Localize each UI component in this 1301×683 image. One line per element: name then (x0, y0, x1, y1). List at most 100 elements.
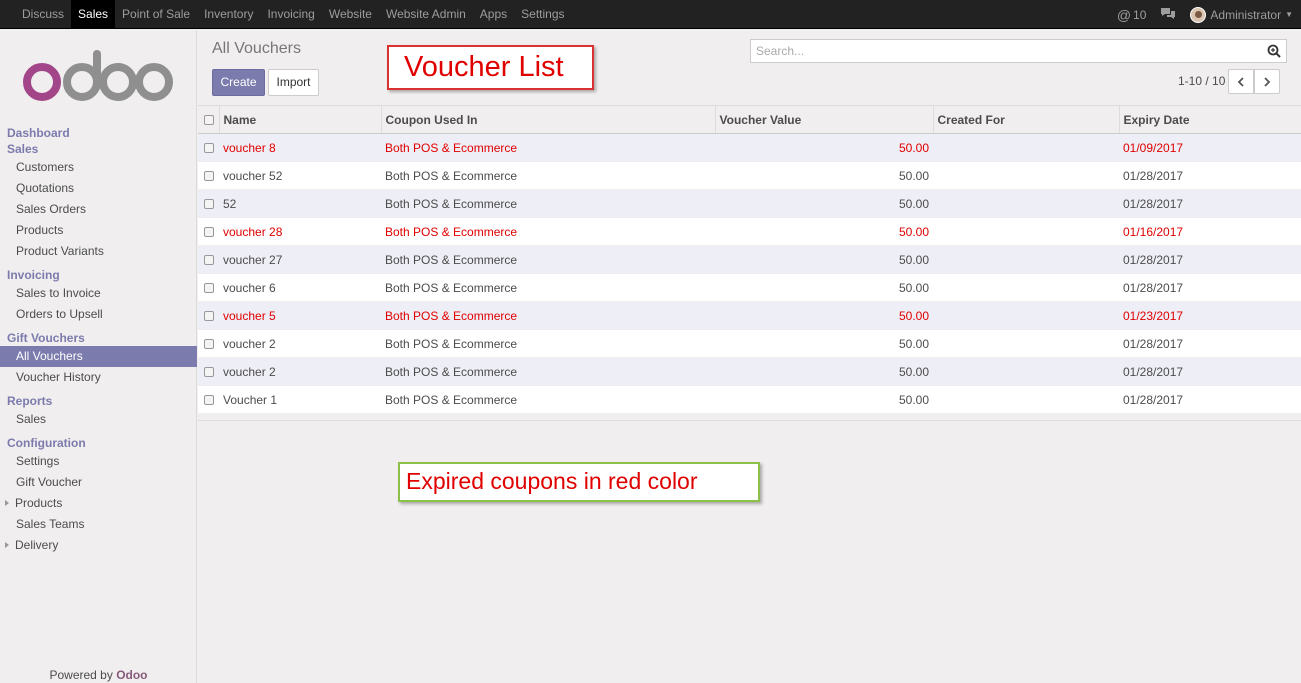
sidebar-section-reports[interactable]: Reports (0, 393, 197, 409)
table-row[interactable]: voucher 28 Both POS & Ecommerce 50.00 01/16… (198, 217, 1301, 246)
table-row[interactable]: voucher 6 Both POS & Ecommerce 50.00 01/28/… (198, 273, 1301, 302)
sidebar: Dashboard Sales Customers Quotations Sales O… (0, 30, 197, 683)
sidebar-item-sales-to-invoice[interactable]: Sales to Invoice (0, 283, 197, 304)
table-row[interactable]: voucher 8 Both POS & Ecommerce 50.00 01/09/… (198, 133, 1301, 162)
create-button[interactable]: Create (212, 69, 265, 96)
topbar-menu-website-admin[interactable]: Website Admin (379, 0, 473, 29)
odoo-logo[interactable] (22, 46, 174, 102)
column-header-voucher-value[interactable]: Voucher Value (715, 105, 934, 134)
topbar-menu-settings[interactable]: Settings (514, 0, 571, 29)
row-checkbox[interactable] (204, 367, 214, 378)
row-checkbox-cell[interactable] (198, 301, 219, 330)
row-checkbox-cell[interactable] (198, 245, 219, 274)
sidebar-item-product-variants[interactable]: Product Variants (0, 241, 197, 262)
sidebar-item-gift-voucher[interactable]: Gift Voucher (0, 472, 197, 493)
page-title: All Vouchers (212, 40, 301, 57)
sidebar-section-sales[interactable]: Sales (0, 141, 197, 157)
pager-previous-button[interactable] (1228, 69, 1254, 94)
search-input[interactable] (751, 40, 1251, 62)
cell-name: voucher 27 (219, 245, 381, 274)
sidebar-item-sales-teams[interactable]: Sales Teams (0, 514, 197, 535)
search-icon[interactable] (1267, 44, 1281, 58)
sidebar-item-settings[interactable]: Settings (0, 451, 197, 472)
table-row[interactable]: voucher 5 Both POS & Ecommerce 50.00 01/23/… (198, 301, 1301, 330)
column-header-created-for[interactable]: Created For (933, 105, 1120, 134)
row-checkbox-cell[interactable] (198, 385, 219, 414)
cell-created-for (933, 189, 1119, 218)
cell-voucher-value: 50.00 (715, 161, 933, 190)
row-checkbox-cell[interactable] (198, 189, 219, 218)
column-header-name[interactable]: Name (219, 105, 382, 134)
cell-voucher-value: 50.00 (715, 189, 933, 218)
mentions-button[interactable]: @ 10 (1117, 7, 1147, 23)
row-checkbox[interactable] (204, 143, 214, 154)
cell-coupon-used-in: Both POS & Ecommerce (381, 385, 715, 414)
topbar-menu-invoicing[interactable]: Invoicing (260, 0, 321, 29)
column-header-coupon-used-in[interactable]: Coupon Used In (381, 105, 716, 134)
sidebar-item-products[interactable]: Products (0, 220, 197, 241)
sidebar-item-quotations[interactable]: Quotations (0, 178, 197, 199)
cell-name: voucher 8 (219, 133, 381, 162)
cell-expiry-date: 01/28/2017 (1119, 161, 1301, 190)
topbar-menu-inventory[interactable]: Inventory (197, 0, 260, 29)
table-header-row: Name Coupon Used In Voucher Value Create… (198, 105, 1301, 134)
row-checkbox[interactable] (204, 171, 214, 182)
row-checkbox[interactable] (204, 227, 214, 238)
row-checkbox[interactable] (204, 283, 214, 294)
sidebar-item-orders-to-upsell[interactable]: Orders to Upsell (0, 304, 197, 325)
row-checkbox-cell[interactable] (198, 273, 219, 302)
table-row[interactable]: voucher 27 Both POS & Ecommerce 50.00 01/28… (198, 245, 1301, 274)
select-all-checkbox-cell[interactable] (198, 105, 220, 134)
row-checkbox-cell[interactable] (198, 217, 219, 246)
sidebar-item-customers[interactable]: Customers (0, 157, 197, 178)
avatar (1190, 6, 1207, 23)
import-button[interactable]: Import (268, 69, 319, 96)
cell-voucher-value: 50.00 (715, 385, 933, 414)
cell-name: voucher 6 (219, 273, 381, 302)
sidebar-item-delivery[interactable]: Delivery (0, 535, 197, 556)
sidebar-item-sales[interactable]: Sales (0, 409, 197, 430)
topbar-right: @ 10 Administrator ▼ (1117, 0, 1293, 29)
sidebar-section-gift-vouchers[interactable]: Gift Vouchers (0, 330, 197, 346)
row-checkbox-cell[interactable] (198, 329, 219, 358)
user-menu[interactable]: Administrator ▼ (1190, 6, 1293, 23)
sidebar-section-dashboard[interactable]: Dashboard (0, 125, 197, 141)
row-checkbox[interactable] (204, 339, 214, 350)
cell-expiry-date: 01/28/2017 (1119, 357, 1301, 386)
sidebar-item-voucher-history[interactable]: Voucher History (0, 367, 197, 388)
topbar-menu-point-of-sale[interactable]: Point of Sale (115, 0, 197, 29)
row-checkbox[interactable] (204, 255, 214, 266)
search-bar (750, 39, 1287, 63)
pager-value[interactable]: 1-10 / 10 (1178, 74, 1225, 88)
topbar-menu-sales[interactable]: Sales (71, 0, 116, 29)
column-header-expiry-date[interactable]: Expiry Date (1119, 105, 1301, 134)
row-checkbox[interactable] (204, 199, 214, 210)
sidebar-section-configuration[interactable]: Configuration (0, 435, 197, 451)
row-checkbox-cell[interactable] (198, 161, 219, 190)
powered-by-brand[interactable]: Odoo (116, 668, 147, 682)
cell-expiry-date: 01/09/2017 (1119, 133, 1301, 162)
row-checkbox-cell[interactable] (198, 133, 219, 162)
table-row[interactable]: voucher 2 Both POS & Ecommerce 50.00 01/28/… (198, 357, 1301, 386)
table-row[interactable]: voucher 52 Both POS & Ecommerce 50.00 01/28… (198, 161, 1301, 190)
row-checkbox[interactable] (204, 395, 214, 406)
cell-expiry-date: 01/28/2017 (1119, 329, 1301, 358)
chat-icon[interactable] (1160, 7, 1176, 23)
select-all-checkbox[interactable] (204, 115, 214, 126)
sidebar-section-invoicing[interactable]: Invoicing (0, 267, 197, 283)
table-row[interactable]: voucher 2 Both POS & Ecommerce 50.00 01/28/… (198, 329, 1301, 358)
cell-created-for (933, 329, 1119, 358)
table-row[interactable]: 52 Both POS & Ecommerce 50.00 01/28/2017 (198, 189, 1301, 218)
row-checkbox-cell[interactable] (198, 357, 219, 386)
table-row[interactable]: Voucher 1 Both POS & Ecommerce 50.00 01/28/… (198, 385, 1301, 414)
topbar-menu-discuss[interactable]: Discuss (15, 0, 71, 29)
sidebar-item-products[interactable]: Products (0, 493, 197, 514)
row-checkbox[interactable] (204, 311, 214, 322)
topbar-menu-apps[interactable]: Apps (473, 0, 514, 29)
cell-expiry-date: 01/28/2017 (1119, 273, 1301, 302)
pager-next-button[interactable] (1254, 69, 1280, 94)
cell-name: voucher 5 (219, 301, 381, 330)
topbar-menu-website[interactable]: Website (322, 0, 379, 29)
sidebar-item-all-vouchers[interactable]: All Vouchers (0, 346, 197, 367)
sidebar-item-sales-orders[interactable]: Sales Orders (0, 199, 197, 220)
